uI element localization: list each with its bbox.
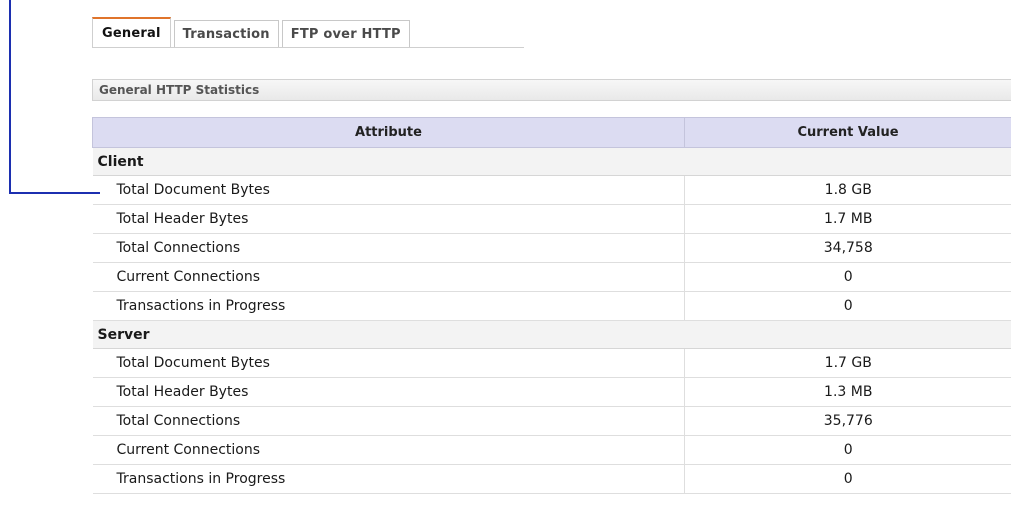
attribute-cell: Current Connections (92, 435, 685, 465)
tab-transaction[interactable]: Transaction (173, 20, 279, 48)
group-row-server: Server (92, 320, 1011, 349)
table-header-row: Attribute Current Value (92, 117, 1011, 148)
section-title: General HTTP Statistics (99, 83, 260, 97)
table-row: Total Document Bytes 1.7 GB (92, 348, 1011, 378)
tab-bar: General Transaction FTP over HTTP (92, 17, 413, 48)
table-row: Total Document Bytes 1.8 GB (92, 175, 1011, 205)
table-row: Current Connections 0 (92, 262, 1011, 292)
value-cell: 1.8 GB (684, 175, 1011, 205)
attribute-cell: Total Document Bytes (92, 348, 685, 378)
value-cell: 0 (684, 262, 1011, 292)
attribute-cell: Total Header Bytes (92, 377, 685, 407)
group-row-client: Client (92, 147, 1011, 176)
table-row: Transactions in Progress 0 (92, 464, 1011, 494)
table-row: Transactions in Progress 0 (92, 291, 1011, 321)
attribute-cell: Current Connections (92, 262, 685, 292)
tab-general[interactable]: General (92, 17, 171, 48)
value-cell: 0 (684, 464, 1011, 494)
table-row: Current Connections 0 (92, 435, 1011, 465)
value-cell: 0 (684, 435, 1011, 465)
table-row: Total Connections 34,758 (92, 233, 1011, 263)
attribute-cell: Transactions in Progress (92, 464, 685, 494)
attribute-cell: Transactions in Progress (92, 291, 685, 321)
value-cell: 34,758 (684, 233, 1011, 263)
attribute-cell: Total Document Bytes (92, 175, 685, 205)
group-label: Server (92, 320, 1011, 349)
value-cell: 1.3 MB (684, 377, 1011, 407)
value-cell: 0 (684, 291, 1011, 321)
value-cell: 1.7 GB (684, 348, 1011, 378)
value-cell: 35,776 (684, 406, 1011, 436)
value-cell: 1.7 MB (684, 204, 1011, 234)
table-row: Total Connections 35,776 (92, 406, 1011, 436)
callout-line-horizontal (9, 192, 100, 194)
attribute-cell: Total Connections (92, 406, 685, 436)
group-label: Client (92, 147, 1011, 176)
tab-ftp-over-http[interactable]: FTP over HTTP (281, 20, 410, 48)
table-row: Total Header Bytes 1.3 MB (92, 377, 1011, 407)
callout-line-vertical (9, 0, 11, 193)
table-row: Total Header Bytes 1.7 MB (92, 204, 1011, 234)
column-header-attribute: Attribute (92, 117, 685, 148)
section-title-bar: General HTTP Statistics (92, 79, 1011, 101)
tab-bar-baseline (92, 47, 524, 48)
column-header-current-value: Current Value (684, 117, 1011, 148)
attribute-cell: Total Connections (92, 233, 685, 263)
attribute-cell: Total Header Bytes (92, 204, 685, 234)
http-statistics-table: Attribute Current Value Client Total Doc… (92, 117, 1011, 494)
